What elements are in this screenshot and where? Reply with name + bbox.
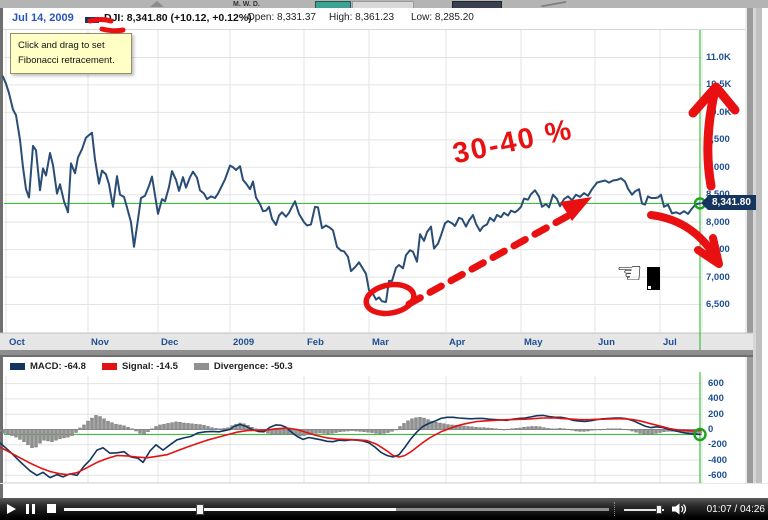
red-up-arrow-shaft — [703, 85, 720, 191]
window-bottom-edge — [0, 483, 768, 498]
volume-handle[interactable] — [656, 505, 662, 514]
hand-cursor: ☜ — [616, 256, 666, 296]
player-separator — [614, 502, 615, 516]
hand-drawn-annotations — [87, 17, 740, 317]
hand-cursor-box — [647, 267, 660, 290]
seek-bar[interactable] — [64, 504, 609, 515]
video-player-bar: 01:07 / 04:26 — [0, 498, 768, 520]
charting-app-window: M. W. D. Jul 14, 2009 DJI: 8,341.80 (+10… — [0, 0, 768, 520]
seek-bar-buffered — [64, 508, 397, 511]
pointing-hand-icon: ☜ — [616, 256, 643, 291]
speaker-icon[interactable] — [672, 503, 686, 515]
red-underline-scribble — [87, 17, 114, 24]
red-dashed-trend-arrow — [405, 208, 579, 308]
seek-handle[interactable] — [196, 504, 205, 515]
red-underline-scribble — [99, 26, 126, 34]
play-button[interactable] — [7, 504, 16, 514]
time-display: 01:07 / 04:26 — [706, 504, 765, 515]
red-circle-march-low — [363, 281, 417, 317]
stop-button[interactable] — [47, 504, 56, 513]
pause-button[interactable] — [26, 504, 35, 514]
